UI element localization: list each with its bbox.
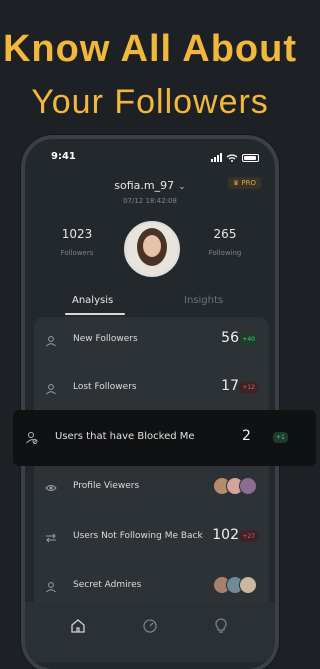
pro-label: PRO: [241, 179, 256, 187]
status-time: 9:41: [51, 151, 76, 162]
followers-label: Followers: [60, 249, 94, 257]
row-blocked-me-highlight[interactable]: Users that have Blocked Me 2 +1: [13, 410, 316, 466]
row-label: Lost Followers: [73, 382, 137, 392]
hero-title-line2: Your Followers: [31, 83, 269, 121]
tab-analysis[interactable]: Analysis: [72, 295, 113, 306]
following-count: 265: [213, 227, 237, 241]
row-count: 56: [221, 330, 239, 346]
admirer-avatars: [213, 576, 257, 594]
viewer-avatars: [213, 477, 257, 495]
row-label: New Followers: [73, 334, 138, 344]
followers-count: 1023: [61, 227, 93, 241]
user-blocked-icon: [26, 432, 38, 444]
row-new-followers[interactable]: New Followers 56 +40: [34, 329, 269, 353]
status-bar: 9:41: [25, 151, 275, 165]
last-updated: 07/12 18:42:08: [123, 197, 177, 205]
eye-icon: [45, 485, 57, 491]
tab-insights[interactable]: Insights: [184, 295, 223, 306]
swap-arrows-icon: [46, 533, 56, 543]
row-profile-viewers[interactable]: Profile Viewers: [34, 476, 269, 500]
row-count: 17: [221, 378, 239, 394]
row-count: 2: [242, 428, 251, 444]
home-icon[interactable]: [70, 618, 86, 634]
user-heart-icon: [46, 582, 56, 593]
status-icons: [211, 153, 259, 162]
battery-icon: [242, 153, 259, 162]
gauge-icon[interactable]: [142, 618, 158, 634]
row-label: Users Not Following Me Back: [73, 531, 203, 541]
row-lost-followers[interactable]: Lost Followers 17 +12: [34, 377, 269, 401]
tab-indicator: [65, 313, 125, 315]
phone-frame: 9:41 sofia.m_97 ⌄ ♛ PRO 07/12 18:42:08 10…: [25, 139, 275, 669]
delta-badge: +27: [239, 531, 258, 542]
hero-title-line1: Know All About: [2, 28, 297, 70]
following-stat[interactable]: 265 Following: [185, 227, 265, 257]
avatar-photo: [126, 223, 178, 275]
delta-badge: +1: [273, 432, 288, 443]
analysis-list: New Followers 56 +40 Lost Followers 17 +…: [34, 317, 269, 627]
delta-badge: +12: [239, 382, 258, 393]
user-icon: [46, 336, 56, 347]
row-count: 102: [212, 527, 239, 543]
delta-badge: +40: [239, 334, 258, 345]
row-secret-admirers[interactable]: Secret Admires: [34, 575, 269, 599]
pro-badge[interactable]: ♛ PRO: [227, 177, 261, 189]
signal-icon: [211, 153, 222, 162]
row-label: Users that have Blocked Me: [55, 431, 195, 442]
lightbulb-icon[interactable]: [213, 618, 229, 634]
row-label: Profile Viewers: [73, 481, 140, 491]
wifi-icon: [226, 153, 238, 162]
username: sofia.m_97: [114, 179, 175, 192]
followers-stat[interactable]: 1023 Followers: [37, 227, 117, 257]
user-minus-icon: [46, 384, 56, 395]
bottom-tab-bar: [25, 602, 275, 662]
following-label: Following: [208, 249, 242, 257]
avatar[interactable]: [124, 221, 180, 277]
row-not-following-back[interactable]: Users Not Following Me Back 102 +27: [34, 526, 269, 550]
chevron-down-icon: ⌄: [178, 182, 186, 192]
row-label: Secret Admires: [73, 580, 142, 590]
